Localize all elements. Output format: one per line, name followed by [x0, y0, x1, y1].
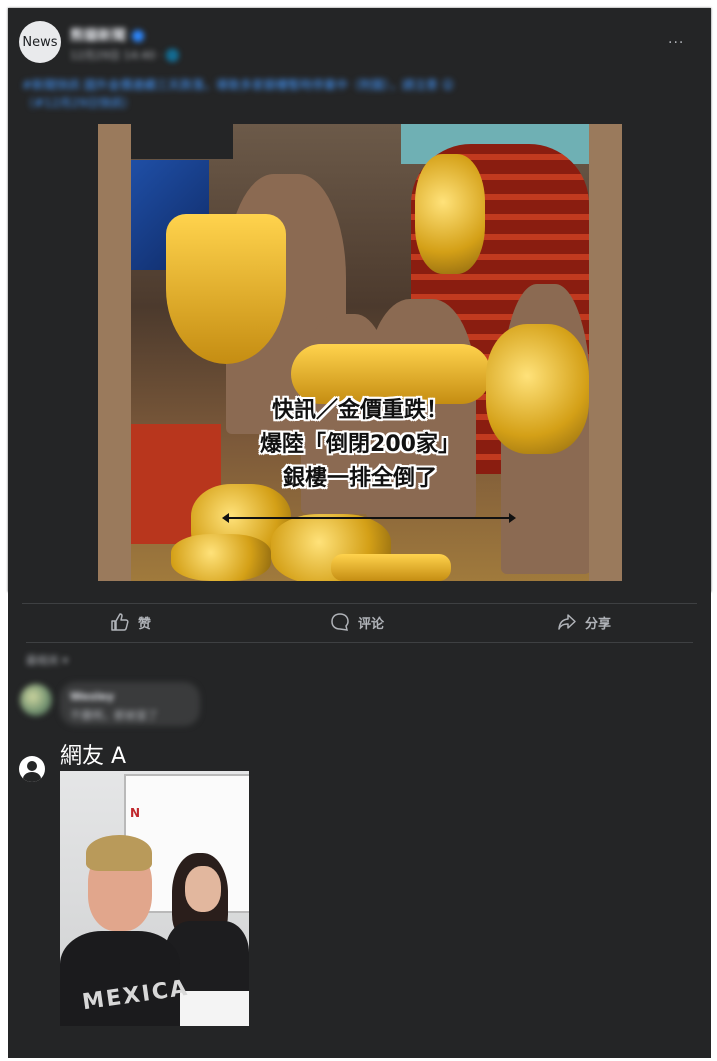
- share-label: 分享: [585, 616, 612, 632]
- boy-hair: [86, 835, 152, 871]
- thumbs-up-icon: [111, 613, 129, 631]
- post-photo[interactable]: 快訊／金價重跌！ 爆陸「倒閉200家」 銀樓一排全倒了: [98, 124, 622, 581]
- like-label: 赞: [138, 616, 152, 632]
- post-link[interactable]: （#12月29日快訊）: [22, 96, 135, 110]
- arrow-right-icon: [509, 513, 516, 523]
- redaction-box: [131, 124, 233, 159]
- post-text: #新聞快訊 國外金價連續三天跌落，導致多家銀樓暫時停業中（附圖），請注意 😮 （…: [22, 76, 682, 112]
- post-meta[interactable]: 12月29日 14:40 · 🌐: [70, 47, 179, 63]
- headline-line-1: 快訊／金價重跌！: [271, 398, 448, 423]
- girl-face: [185, 866, 221, 912]
- comment-button[interactable]: 评论: [330, 612, 384, 632]
- share-arrow-icon: [558, 614, 576, 630]
- comment-text: 不攤啊，都被當了: [70, 709, 158, 722]
- actions-divider-top: [22, 603, 697, 604]
- comment-sort-dropdown[interactable]: 最相关 ▾: [26, 652, 68, 668]
- arrow-line: [227, 517, 512, 519]
- gold-bangle: [171, 534, 271, 581]
- verified-badge-icon: [132, 30, 144, 42]
- jewelry-scene: 快訊／金價重跌！ 爆陸「倒閉200家」 銀樓一排全倒了: [131, 124, 589, 581]
- commenter-avatar[interactable]: [20, 684, 52, 716]
- user-body-shape: [23, 772, 41, 782]
- poster-name-text[interactable]: 熊貓新聞: [70, 28, 126, 44]
- actions-divider-bottom: [26, 642, 693, 643]
- user-head-shape: [27, 761, 37, 771]
- gold-bangle: [331, 554, 451, 581]
- user-avatar-icon[interactable]: [19, 756, 45, 782]
- photo-headline: 快訊／金價重跌！ 爆陸「倒閉200家」 銀樓一排全倒了: [131, 394, 589, 496]
- share-button[interactable]: 分享: [557, 612, 611, 632]
- gold-necklace: [166, 214, 286, 364]
- like-button[interactable]: 赞: [110, 612, 151, 632]
- commenter-name[interactable]: 網友 A: [60, 738, 126, 770]
- headline-line-2: 爆陸「倒閉200家」: [260, 432, 460, 457]
- comment-label: 评论: [358, 616, 385, 632]
- more-options-icon[interactable]: ···: [668, 36, 690, 50]
- page-avatar[interactable]: News: [19, 21, 61, 63]
- comment-author[interactable]: Wesley: [70, 690, 114, 703]
- poster-name[interactable]: 熊貓新聞: [70, 25, 144, 45]
- board-letter: N: [130, 806, 141, 820]
- arrow-left-icon: [222, 513, 229, 523]
- meme-image[interactable]: N MEXICA: [60, 771, 249, 1026]
- comment-bubble-icon: [331, 613, 349, 631]
- post-text-body: #新聞快訊 國外金價連續三天跌落，導致多家銀樓暫時停業中（附圖），請注意 😮: [22, 78, 455, 92]
- gold-flower-ornament: [415, 154, 485, 274]
- headline-line-3: 銀樓一排全倒了: [282, 466, 437, 491]
